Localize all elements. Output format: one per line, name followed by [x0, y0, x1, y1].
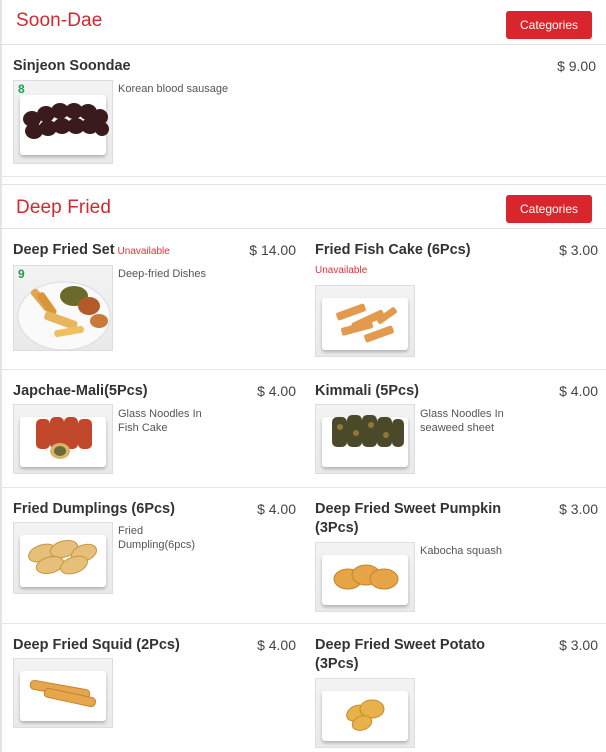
japchae-rolls [36, 417, 92, 459]
menu-item-japchae-mali[interactable]: Japchae-Mali(5Pcs) $ 4.00 Glass Noodles … [2, 370, 304, 488]
item-name-line: Deep Fried Sweet Potato [315, 637, 486, 653]
menu-item-deep-fried-set[interactable]: Deep Fried Set Unavailable $ 14.00 9 Deep… [2, 229, 304, 369]
squid [29, 679, 97, 708]
item-name: Deep Fried Squid (2Pcs) [13, 637, 180, 653]
item-image [315, 678, 415, 748]
item-price: $ 4.00 [257, 501, 296, 517]
item-image [315, 285, 415, 357]
fish-cake [336, 303, 397, 343]
item-description: Glass Noodles In Fish Cake [118, 407, 202, 435]
desc-line: seaweed sheet [420, 422, 494, 434]
fried-platter [17, 281, 111, 350]
item-name-text: Deep Fried Set [13, 242, 115, 258]
item-description: Kabocha squash [420, 545, 502, 557]
menu-item-fried-dumplings[interactable]: Fried Dumplings (6Pcs) $ 4.00 Fried Dump… [2, 488, 304, 624]
item-name: Fried Fish Cake (6Pcs) [315, 242, 471, 258]
item-name: Deep Fried Sweet Pumpkin (3Pcs) [315, 500, 501, 538]
menu-item-deep-fried-sweet-potato[interactable]: Deep Fried Sweet Potato (3Pcs) $ 3.00 [304, 624, 606, 752]
menu-item-kimmali[interactable]: Kimmali (5Pcs) $ 4.00 Glass Noodles In s… [304, 370, 606, 488]
item-price: $ 14.00 [249, 242, 296, 258]
categories-button[interactable]: Categories [506, 11, 592, 39]
item-image: 8 [13, 80, 113, 164]
item-name: Deep Fried Sweet Potato (3Pcs) [315, 636, 485, 674]
pumpkin [333, 564, 399, 590]
item-name: Sinjeon Soondae [13, 58, 131, 74]
menu-row: Deep Fried Set Unavailable $ 14.00 9 Deep… [2, 229, 606, 370]
desc-line: Dumpling(6pcs) [118, 539, 196, 551]
section-divider [2, 177, 606, 185]
item-description: Korean blood sausage [118, 83, 229, 95]
item-name-line: (3Pcs) [315, 656, 359, 672]
section-header-deep-fried: Deep Fried Categories [2, 185, 606, 229]
item-name: Kimmali (5Pcs) [315, 383, 419, 399]
menu-item-fried-fish-cake[interactable]: Fried Fish Cake (6Pcs) $ 3.00 Unavailabl… [304, 229, 606, 369]
section-title: Soon-Dae [16, 10, 103, 31]
menu-row: Fried Dumplings (6Pcs) $ 4.00 Fried Dump… [2, 488, 606, 624]
item-name: Deep Fried Set Unavailable [13, 241, 170, 261]
item-name-line: (3Pcs) [315, 520, 359, 536]
item-image: 9 [13, 265, 113, 351]
item-description: Fried Dumpling(6pcs) [118, 524, 195, 552]
menu-item-deep-fried-squid[interactable]: Deep Fried Squid (2Pcs) $ 4.00 [2, 624, 304, 752]
menu-item-deep-fried-sweet-pumpkin[interactable]: Deep Fried Sweet Pumpkin (3Pcs) $ 3.00 K… [304, 488, 606, 624]
item-price: $ 4.00 [257, 383, 296, 399]
section-header-soon-dae: Soon-Dae Categories [2, 0, 606, 45]
item-price: $ 4.00 [257, 637, 296, 653]
unavailable-label: Unavailable [117, 246, 170, 257]
desc-line: Glass Noodles In [420, 408, 504, 420]
item-description: Deep-fried Dishes [118, 268, 207, 280]
categories-button[interactable]: Categories [506, 195, 592, 223]
seaweed-rolls [332, 415, 404, 447]
menu-row: Deep Fried Squid (2Pcs) $ 4.00 Deep Frie… [2, 624, 606, 752]
item-price: $ 9.00 [557, 58, 596, 74]
item-name-line: Deep Fried Sweet Pumpkin [315, 501, 502, 517]
item-image [13, 658, 113, 728]
item-description: Glass Noodles In seaweed sheet [420, 407, 504, 435]
soondae-slices [23, 103, 109, 139]
item-name: Japchae-Mali(5Pcs) [13, 383, 148, 399]
item-image [13, 522, 113, 594]
item-price: $ 4.00 [559, 383, 598, 399]
section-title: Deep Fried [16, 197, 111, 218]
item-image [315, 404, 415, 474]
item-name: Fried Dumplings (6Pcs) [13, 501, 175, 517]
menu-row: Japchae-Mali(5Pcs) $ 4.00 Glass Noodles … [2, 370, 606, 488]
item-price: $ 3.00 [559, 637, 598, 653]
menu-row: Sinjeon Soondae $ 9.00 8 Korean blood sa… [2, 45, 606, 177]
item-image [315, 542, 415, 612]
unavailable-label: Unavailable [315, 265, 368, 276]
dumplings [28, 539, 98, 575]
sweet-potato [346, 699, 385, 731]
item-image [13, 404, 113, 474]
item-price: $ 3.00 [559, 501, 598, 517]
menu-item-sinjeon-soondae[interactable]: Sinjeon Soondae $ 9.00 8 Korean blood sa… [2, 45, 606, 177]
desc-line: Glass Noodles In [118, 408, 202, 420]
desc-line: Fried [118, 525, 144, 537]
desc-line: Fish Cake [118, 422, 168, 434]
item-price: $ 3.00 [559, 242, 598, 258]
